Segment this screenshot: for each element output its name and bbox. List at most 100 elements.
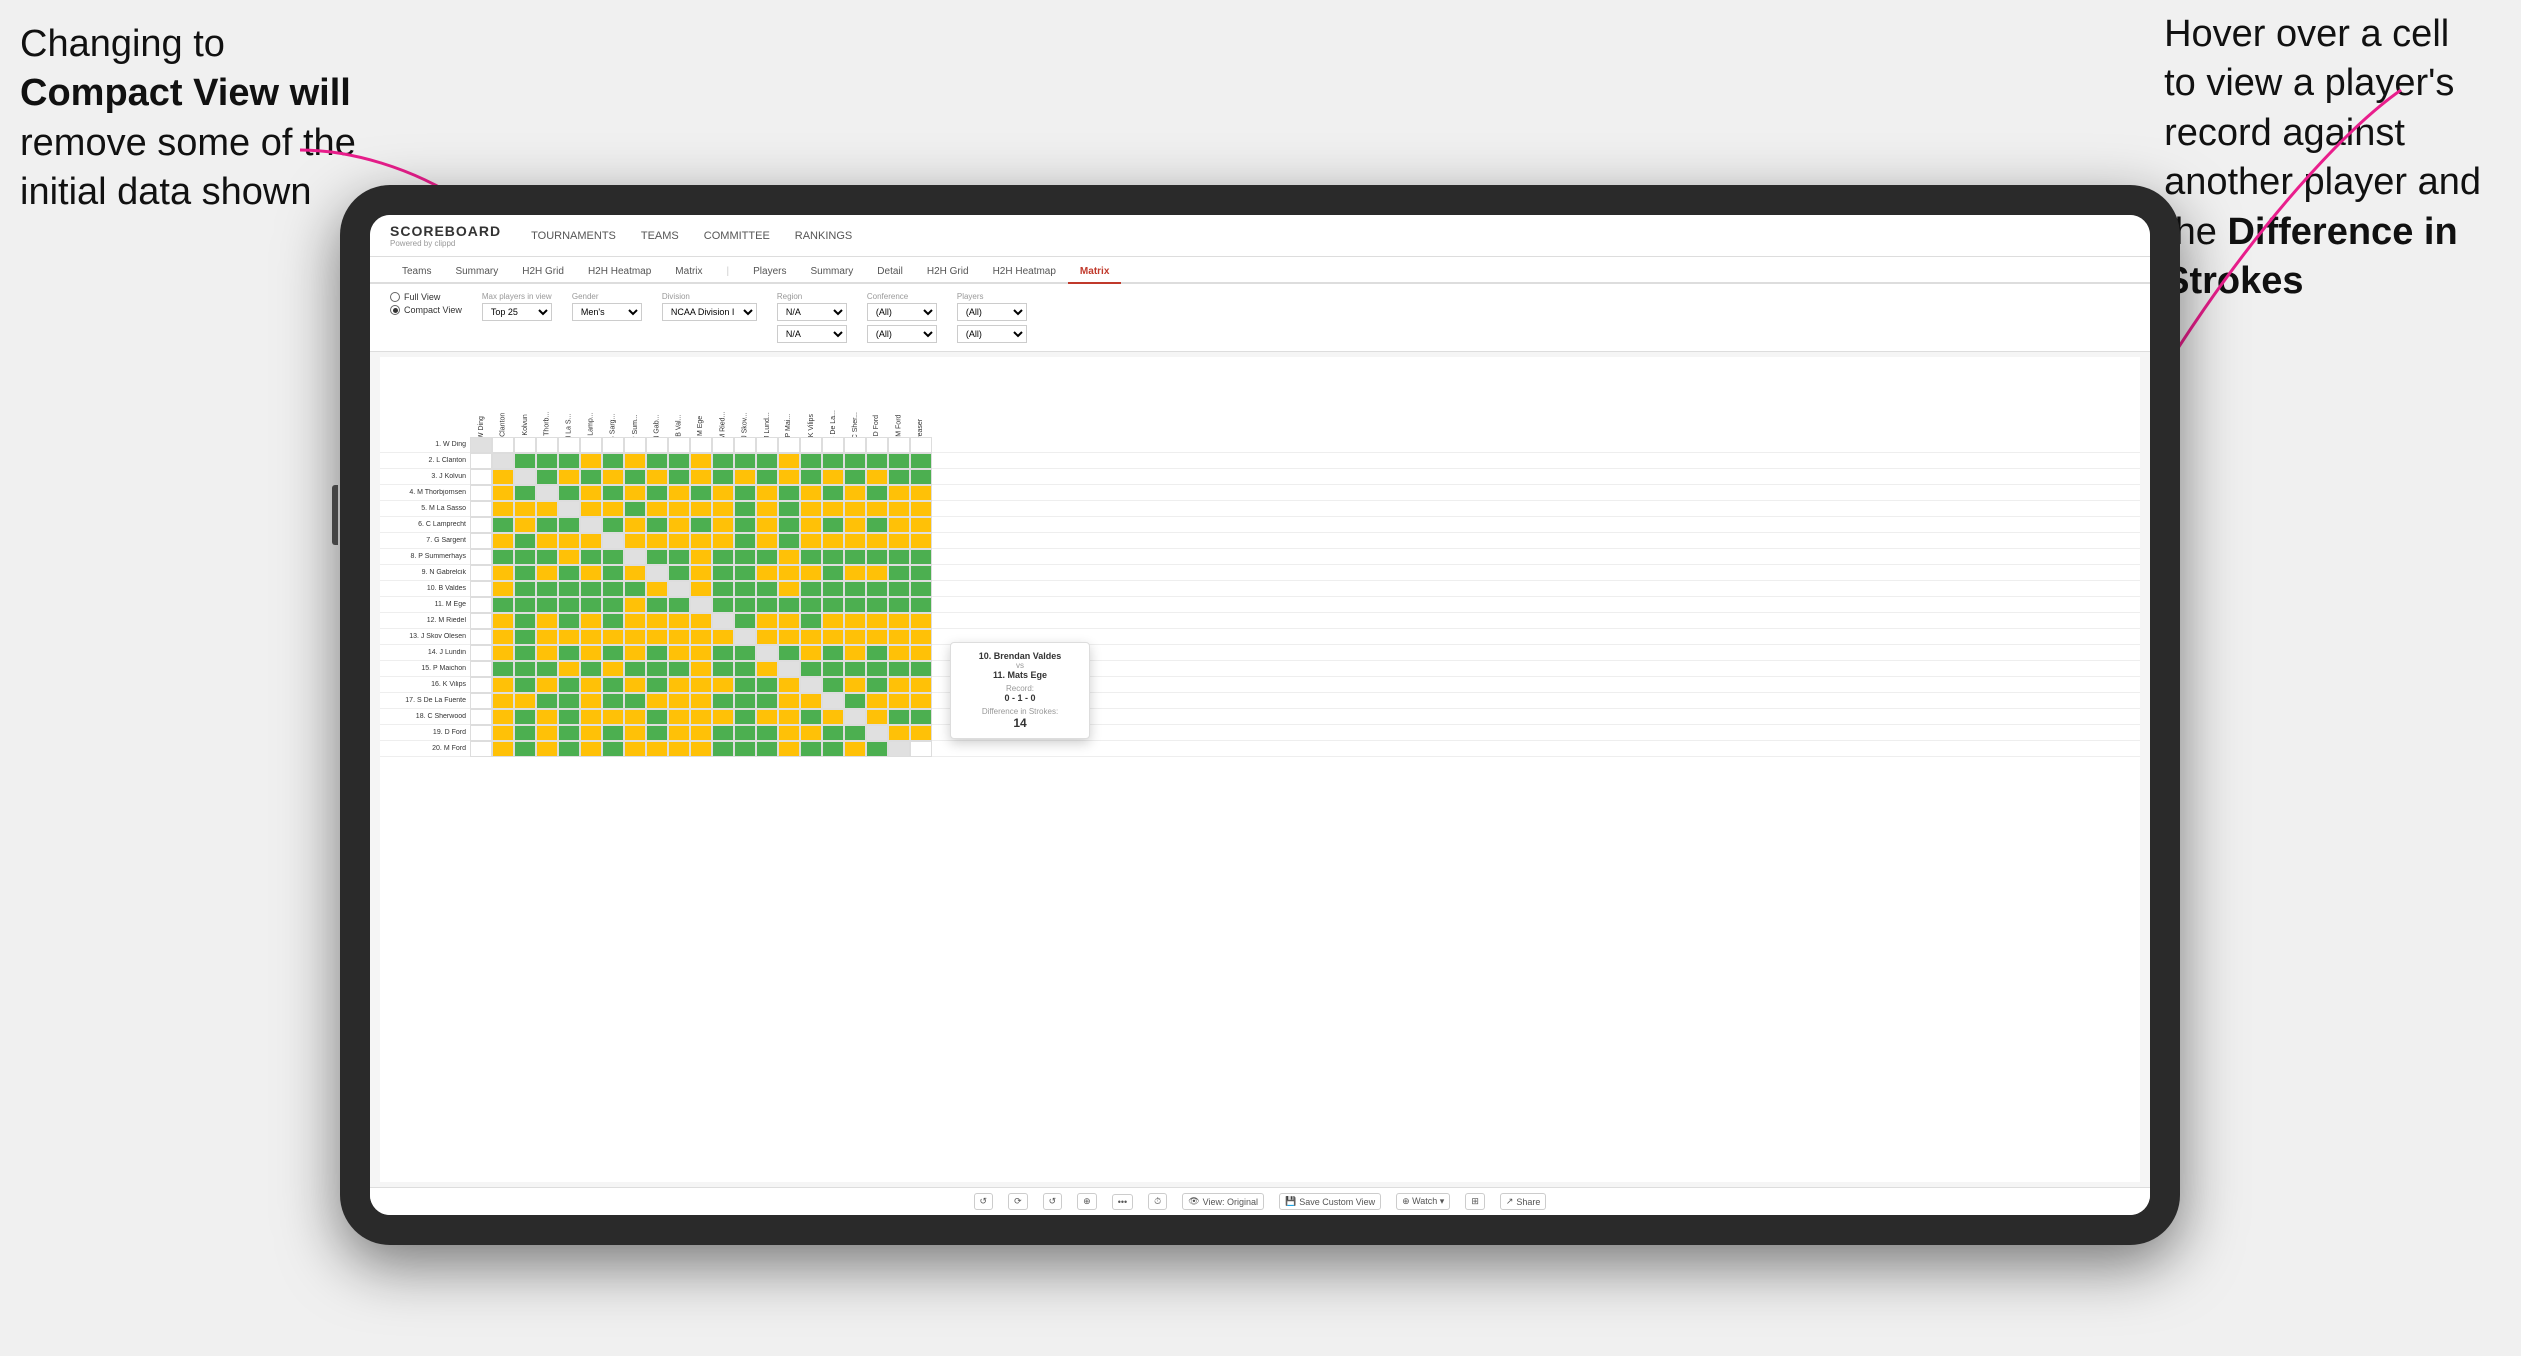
nav-rankings[interactable]: RANKINGS xyxy=(795,226,852,246)
grid-cell[interactable] xyxy=(844,725,866,741)
grid-cell[interactable] xyxy=(580,517,602,533)
grid-cell[interactable] xyxy=(844,741,866,757)
grid-cell[interactable] xyxy=(822,741,844,757)
grid-cell[interactable] xyxy=(558,549,580,565)
grid-cell[interactable] xyxy=(866,597,888,613)
grid-cell[interactable] xyxy=(470,613,492,629)
grid-cell[interactable] xyxy=(668,517,690,533)
grid-cell[interactable] xyxy=(514,741,536,757)
undo-button[interactable]: ↺ xyxy=(974,1193,994,1210)
grid-cell[interactable] xyxy=(734,581,756,597)
grid-cell[interactable] xyxy=(514,437,536,453)
grid-cell[interactable] xyxy=(602,645,624,661)
grid-cell[interactable] xyxy=(690,645,712,661)
grid-cell[interactable] xyxy=(624,709,646,725)
tab-detail[interactable]: Detail xyxy=(865,261,915,284)
grid-cell[interactable] xyxy=(712,469,734,485)
nav-teams[interactable]: TEAMS xyxy=(641,226,679,246)
grid-cell[interactable] xyxy=(888,597,910,613)
grid-cell[interactable] xyxy=(778,469,800,485)
grid-cell[interactable] xyxy=(888,581,910,597)
grid-cell[interactable] xyxy=(624,629,646,645)
grid-cell[interactable] xyxy=(756,453,778,469)
grid-cell[interactable] xyxy=(558,565,580,581)
grid-cell[interactable] xyxy=(492,453,514,469)
grid-cell[interactable] xyxy=(712,629,734,645)
grid-cell[interactable] xyxy=(514,453,536,469)
grid-cell[interactable] xyxy=(514,533,536,549)
grid-cell[interactable] xyxy=(822,597,844,613)
grid-cell[interactable] xyxy=(536,741,558,757)
grid-cell[interactable] xyxy=(778,709,800,725)
grid-cell[interactable] xyxy=(910,709,932,725)
grid-cell[interactable] xyxy=(624,597,646,613)
grid-cell[interactable] xyxy=(492,533,514,549)
tab-h2h-grid2[interactable]: H2H Grid xyxy=(915,261,981,284)
grid-cell[interactable] xyxy=(756,741,778,757)
grid-cell[interactable] xyxy=(910,597,932,613)
grid-cell[interactable] xyxy=(602,677,624,693)
grid-cell[interactable] xyxy=(602,549,624,565)
grid-cell[interactable] xyxy=(778,661,800,677)
grid-cell[interactable] xyxy=(888,485,910,501)
grid-cell[interactable] xyxy=(888,677,910,693)
grid-cell[interactable] xyxy=(514,501,536,517)
grid-cell[interactable] xyxy=(558,661,580,677)
grid-cell[interactable] xyxy=(756,565,778,581)
grid-cell[interactable] xyxy=(492,469,514,485)
grid-cell[interactable] xyxy=(668,629,690,645)
grid-cell[interactable] xyxy=(470,549,492,565)
grid-cell[interactable] xyxy=(536,501,558,517)
grid-cell[interactable] xyxy=(580,485,602,501)
grid-cell[interactable] xyxy=(668,645,690,661)
grid-cell[interactable] xyxy=(646,645,668,661)
grid-cell[interactable] xyxy=(778,485,800,501)
grid-cell[interactable] xyxy=(668,501,690,517)
grid-cell[interactable] xyxy=(624,613,646,629)
grid-cell[interactable] xyxy=(822,549,844,565)
grid-cell[interactable] xyxy=(712,693,734,709)
grid-cell[interactable] xyxy=(646,469,668,485)
grid-cell[interactable] xyxy=(624,661,646,677)
filter-select-max[interactable]: Top 25 xyxy=(482,303,552,321)
grid-cell[interactable] xyxy=(492,613,514,629)
compact-view-option[interactable]: Compact View xyxy=(390,305,462,315)
grid-cell[interactable] xyxy=(602,533,624,549)
grid-cell[interactable] xyxy=(602,613,624,629)
grid-cell[interactable] xyxy=(646,501,668,517)
grid-cell[interactable] xyxy=(800,613,822,629)
grid-cell[interactable] xyxy=(910,613,932,629)
grid-cell[interactable] xyxy=(756,437,778,453)
grid-cell[interactable] xyxy=(910,725,932,741)
grid-cell[interactable] xyxy=(470,661,492,677)
grid-cell[interactable] xyxy=(734,725,756,741)
grid-cell[interactable] xyxy=(844,581,866,597)
grid-cell[interactable] xyxy=(492,629,514,645)
grid-cell[interactable] xyxy=(668,533,690,549)
grid-cell[interactable] xyxy=(778,437,800,453)
grid-cell[interactable] xyxy=(888,565,910,581)
grid-cell[interactable] xyxy=(756,597,778,613)
grid-cell[interactable] xyxy=(888,645,910,661)
grid-cell[interactable] xyxy=(910,629,932,645)
grid-cell[interactable] xyxy=(910,469,932,485)
grid-cell[interactable] xyxy=(910,501,932,517)
tab-teams[interactable]: Teams xyxy=(390,261,443,284)
grid-cell[interactable] xyxy=(734,517,756,533)
grid-cell[interactable] xyxy=(580,533,602,549)
grid-cell[interactable] xyxy=(558,453,580,469)
grid-cell[interactable] xyxy=(646,565,668,581)
grid-cell[interactable] xyxy=(624,741,646,757)
grid-cell[interactable] xyxy=(822,693,844,709)
grid-cell[interactable] xyxy=(668,565,690,581)
tab-h2h-heatmap2[interactable]: H2H Heatmap xyxy=(981,261,1068,284)
grid-cell[interactable] xyxy=(734,485,756,501)
grid-cell[interactable] xyxy=(888,437,910,453)
grid-cell[interactable] xyxy=(712,437,734,453)
grid-cell[interactable] xyxy=(690,709,712,725)
grid-cell[interactable] xyxy=(690,725,712,741)
grid-cell[interactable] xyxy=(822,453,844,469)
grid-cell[interactable] xyxy=(624,549,646,565)
grid-cell[interactable] xyxy=(514,645,536,661)
grid-cell[interactable] xyxy=(624,437,646,453)
